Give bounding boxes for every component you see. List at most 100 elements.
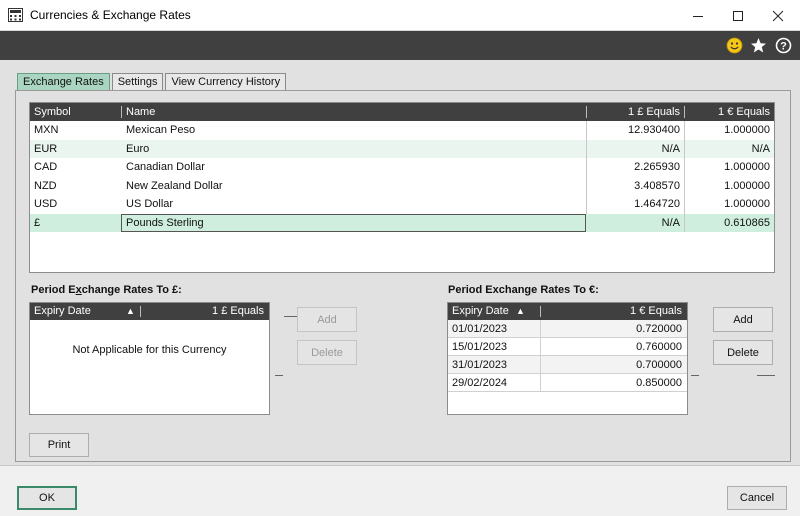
cell-separator [684,213,685,232]
label-part: Period Exchan [448,284,525,296]
cell-eur: 1.000000 [724,124,770,136]
col-eur-equals[interactable]: 1 € Equals [686,103,770,121]
col-gbp-equals[interactable]: 1 £ Equals [588,103,680,121]
title-bar: Currencies & Exchange Rates [0,0,800,31]
currency-grid-header: Symbol Name 1 £ Equals 1 € Equals [30,103,774,121]
divider [691,375,699,376]
col-separator[interactable] [586,106,587,118]
period-eur-grid[interactable]: Expiry Date ▲ 1 € Equals 01/01/2023 0.72… [447,302,688,415]
cell-separator [540,338,541,356]
cell-gbp: 2.265930 [634,161,680,173]
col-symbol[interactable]: Symbol [34,103,71,121]
cell-symbol: £ [34,216,41,229]
cell-gbp: N/A [661,216,680,229]
dialog-footer: OK Cancel [0,465,800,516]
label-part: change Rates To £: [81,284,182,296]
table-row[interactable]: 15/01/2023 0.760000 [448,338,687,356]
cell-expiry-date: 15/01/2023 [452,341,508,353]
table-row[interactable]: NZD New Zealand Dollar 3.408570 1.000000 [30,176,774,195]
period-eur-rows: 01/01/2023 0.720000 15/01/2023 0.760000 … [448,320,687,392]
cell-gbp: 1.464720 [634,198,680,210]
cell-separator [586,139,587,158]
col-expiry-date[interactable]: Expiry Date [34,303,91,320]
table-row-selected[interactable]: £ Pounds Sterling N/A 0.610865 [30,213,774,232]
cell-name: New Zealand Dollar [126,179,223,192]
minimize-icon [693,15,703,17]
dialog-body: Exchange Rates Settings View Currency Hi… [0,60,800,465]
cell-separator [586,158,587,177]
help-icon[interactable]: ? [775,37,792,54]
cell-separator [684,176,685,195]
cell-separator [586,121,587,140]
label-part: e Rates To €: [531,284,599,296]
empty-grid-message: Not Applicable for this Currency [72,344,227,356]
cell-symbol: NZD [34,179,57,192]
cell-separator [684,121,685,140]
window-title: Currencies & Exchange Rates [30,8,191,22]
sort-asc-icon[interactable]: ▲ [126,303,135,320]
tab-view-currency-history[interactable]: View Currency History [165,73,287,90]
cancel-button[interactable]: Cancel [727,486,787,510]
period-eur-label: Period Exchange Rates To €: [448,284,599,296]
col-separator[interactable] [140,306,141,317]
maximize-icon [733,10,743,21]
cell-name: Euro [126,142,150,155]
minimize-button[interactable] [678,0,718,31]
period-gbp-label: Period Exchange Rates To £: [31,284,182,296]
table-row[interactable]: EUR Euro N/A N/A [30,139,774,158]
add-eur-rate-button[interactable]: Add [713,307,773,332]
cell-rate: 0.720000 [636,323,682,335]
currency-grid[interactable]: Symbol Name 1 £ Equals 1 € Equals MXN Me… [29,102,775,273]
cell-expiry-date: 31/01/2023 [452,359,508,371]
divider [757,375,775,376]
table-row[interactable]: MXN Mexican Peso 12.930400 1.000000 [30,121,774,140]
exchange-rates-panel: Symbol Name 1 £ Equals 1 € Equals MXN Me… [15,90,791,462]
table-row[interactable]: 31/01/2023 0.700000 [448,356,687,374]
sort-asc-icon[interactable]: ▲ [516,303,525,320]
ok-button[interactable]: OK [17,486,77,510]
col-eur-equals[interactable]: 1 € Equals [542,303,682,320]
cell-name: US Dollar [126,198,174,210]
maximize-button[interactable] [718,0,758,31]
period-eur-grid-header: Expiry Date ▲ 1 € Equals [448,303,687,320]
col-expiry-date[interactable]: Expiry Date [452,303,509,320]
label-part: Period E [31,284,76,296]
cell-rate: 0.760000 [636,341,682,353]
cell-expiry-date: 01/01/2023 [452,323,508,335]
cell-gbp: 12.930400 [628,124,680,136]
print-button[interactable]: Print [29,433,89,457]
divider [284,316,297,317]
cell-eur: 1.000000 [724,179,770,192]
cell-rate: 0.700000 [636,359,682,371]
col-gbp-equals[interactable]: 1 £ Equals [142,303,264,320]
tab-settings[interactable]: Settings [111,73,164,90]
cell-separator [684,195,685,214]
delete-eur-rate-button[interactable]: Delete [713,340,773,365]
col-name[interactable]: Name [126,103,155,121]
cell-separator [684,158,685,177]
table-row[interactable]: CAD Canadian Dollar 2.265930 1.000000 [30,158,774,177]
cell-separator [540,374,541,392]
period-gbp-grid[interactable]: Expiry Date ▲ 1 £ Equals Not Applicable … [29,302,270,415]
period-gbp-grid-header: Expiry Date ▲ 1 £ Equals [30,303,269,320]
cell-separator [586,195,587,214]
star-icon[interactable] [750,37,767,54]
tab-exchange-rates[interactable]: Exchange Rates [17,73,110,90]
calculator-icon [8,8,23,22]
toolbar: ? [0,31,800,60]
table-row[interactable]: 29/02/2024 0.850000 [448,374,687,392]
table-row[interactable]: 01/01/2023 0.720000 [448,320,687,338]
col-separator[interactable] [684,106,685,118]
cell-eur: 1.000000 [724,198,770,210]
add-gbp-rate-button[interactable]: Add [297,307,357,332]
close-button[interactable] [758,0,798,31]
divider [275,375,283,376]
col-separator[interactable] [540,306,541,317]
cell-symbol: MXN [34,124,59,136]
table-row[interactable]: USD US Dollar 1.464720 1.000000 [30,195,774,214]
delete-gbp-rate-button[interactable]: Delete [297,340,357,365]
cell-name: Canadian Dollar [126,161,205,173]
cell-name: Mexican Peso [126,124,196,136]
smiley-icon[interactable] [726,37,743,54]
col-separator[interactable] [121,106,122,118]
